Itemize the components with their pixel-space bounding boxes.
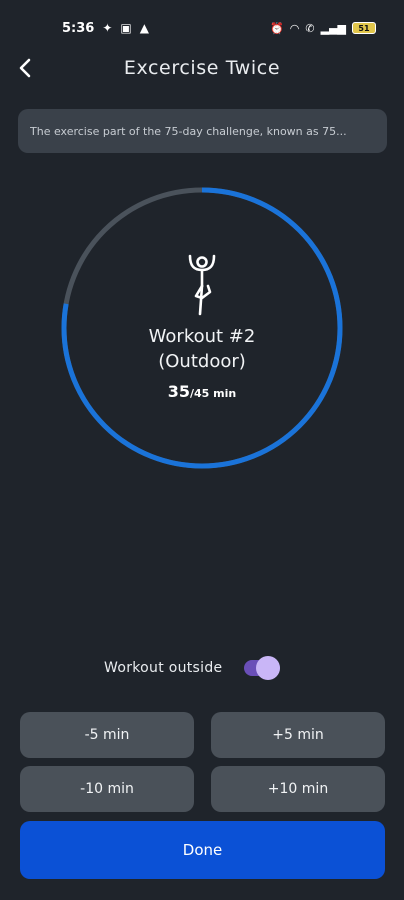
workout-name: Workout #2 [148, 326, 256, 347]
signal-icon: ▂▄▆ [320, 21, 346, 35]
done-button[interactable]: Done [20, 821, 385, 879]
workout-type: (Outdoor) [158, 351, 246, 372]
elapsed-minutes: 35 [167, 382, 191, 401]
workout-outside-toggle[interactable] [244, 656, 281, 680]
warning-icon: ▲ [139, 21, 149, 35]
chat-icon: ▣ [120, 21, 132, 35]
workout-outside-row: Workout outside [104, 656, 281, 680]
battery-level: 51 [358, 23, 370, 33]
chevron-left-icon [19, 58, 31, 78]
workout-time: 35 /45 min [168, 382, 236, 401]
status-right: ⏰ ◠ ✆ ▂▄▆ 51 [270, 22, 376, 35]
wifi-icon: ◠ [289, 21, 300, 35]
challenge-description[interactable]: The exercise part of the 75-day challeng… [18, 109, 387, 153]
page-title: Excercise Twice [123, 57, 281, 79]
description-text: The exercise part of the 75-day challeng… [30, 124, 347, 138]
ring-center: Workout #2 (Outdoor) 35 /45 min [60, 186, 344, 470]
alarm-icon: ⏰ [270, 21, 284, 35]
app-screen: 5:36 ✦ ▣ ▲ ⏰ ◠ ✆ ▂▄▆ 51 Excercise Twice … [0, 0, 404, 900]
total-minutes: /45 min [190, 387, 237, 400]
plus-10-min-button[interactable]: +10 min [211, 766, 385, 812]
plus-5-min-button[interactable]: +5 min [211, 712, 385, 758]
progress-ring: Workout #2 (Outdoor) 35 /45 min [60, 186, 344, 470]
clock: 5:36 [62, 20, 95, 36]
status-left: 5:36 ✦ ▣ ▲ [62, 21, 149, 36]
call-icon: ✆ [305, 21, 315, 35]
messenger-icon: ✦ [102, 21, 113, 35]
minus-5-min-button[interactable]: -5 min [20, 712, 194, 758]
yoga-pose-icon [188, 254, 216, 316]
battery-icon: 51 [352, 22, 376, 34]
back-button[interactable] [6, 48, 46, 88]
workout-outside-label: Workout outside [104, 660, 223, 676]
minus-10-min-button[interactable]: -10 min [20, 766, 194, 812]
app-header: Excercise Twice [0, 46, 404, 90]
toggle-knob [256, 656, 281, 680]
